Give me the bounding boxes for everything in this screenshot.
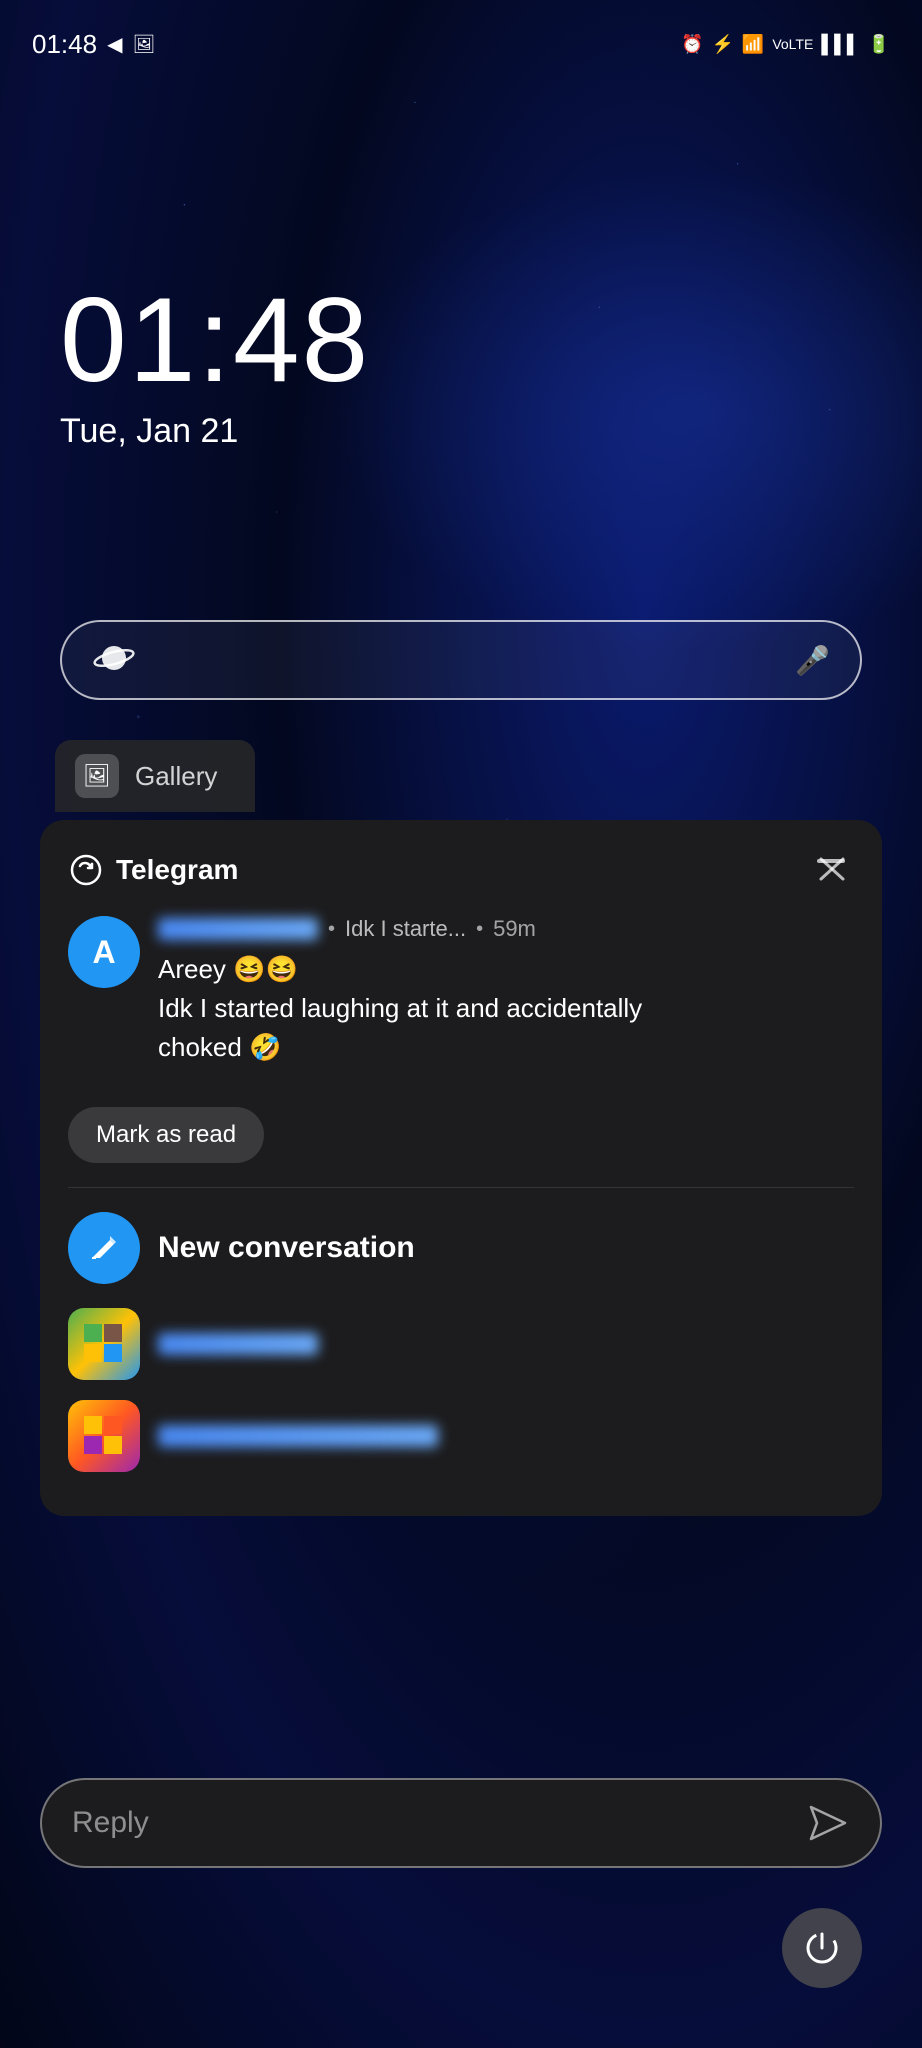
new-conversation-label: New conversation — [158, 1231, 415, 1265]
lock-clock-area: 01:48 Tue, Jan 21 — [60, 280, 370, 451]
conv-app-icon-2 — [68, 1400, 140, 1472]
gallery-status-icon: 🖼 — [132, 34, 155, 55]
power-icon — [800, 1926, 844, 1970]
status-time: 01:48 — [32, 29, 97, 60]
signal-icon: ▌▌▌ — [821, 34, 859, 55]
conversation-item-1[interactable] — [68, 1308, 854, 1380]
meta-dot-1: • — [328, 918, 335, 941]
wifi-icon: 📶 — [742, 34, 764, 55]
mark-as-read-label: Mark as read — [96, 1121, 236, 1148]
microphone-icon[interactable]: 🎤 — [795, 644, 830, 677]
navigation-icon: ◀ — [107, 32, 122, 57]
message-meta: • Idk I starte... • 59m — [158, 916, 854, 942]
avatar-initial: A — [92, 934, 115, 971]
message-preview-text: Idk I starte... — [345, 916, 466, 942]
lock-time: 01:48 — [60, 280, 370, 400]
power-button[interactable] — [782, 1908, 862, 1988]
message-row: A • Idk I starte... • 59m Areey 😆😆 Idk I… — [68, 916, 854, 1067]
app-info: Telegram — [68, 852, 238, 888]
gallery-app-icon: 🖼 — [75, 754, 119, 798]
pencil-icon — [86, 1230, 122, 1266]
alarm-icon: ⏰ — [681, 34, 703, 55]
gallery-label: Gallery — [135, 761, 217, 792]
conv-name-1-blurred — [158, 1333, 318, 1355]
lock-date: Tue, Jan 21 — [60, 412, 370, 451]
send-icon — [803, 1801, 847, 1845]
close-dismiss-icon — [813, 851, 851, 889]
message-line-2: Idk I started laughing at it and acciden… — [158, 989, 854, 1028]
telegram-notification-card: Telegram A • Idk I starte... • — [40, 820, 882, 1516]
status-bar: 01:48 ◀ 🖼 ⏰ ⚡ 📶 VoLTE ▌▌▌ 🔋 — [0, 0, 922, 70]
mark-as-read-button[interactable]: Mark as read — [68, 1107, 264, 1163]
bluetooth-icon: ⚡ — [711, 34, 733, 55]
message-line-3: choked 🤣 — [158, 1028, 854, 1067]
conversation-item-2[interactable] — [68, 1400, 854, 1472]
reply-input[interactable]: Reply — [72, 1806, 149, 1840]
conv-name-2-blurred — [158, 1425, 438, 1447]
notification-header: Telegram — [68, 848, 854, 892]
telegram-refresh-icon — [68, 852, 104, 888]
message-content: • Idk I starte... • 59m Areey 😆😆 Idk I s… — [158, 916, 854, 1067]
status-right: ⏰ ⚡ 📶 VoLTE ▌▌▌ 🔋 — [681, 34, 890, 55]
telegram-icon-svg — [68, 852, 104, 888]
message-line-1: Areey 😆😆 — [158, 950, 854, 989]
new-conversation-row[interactable]: New conversation — [68, 1212, 854, 1284]
minecraft-icon — [79, 1319, 129, 1369]
new-conversation-icon — [68, 1212, 140, 1284]
planet-icon — [92, 636, 136, 680]
battery-icon: 🔋 — [868, 34, 890, 55]
conv-app-icon-1 — [68, 1308, 140, 1380]
reply-send-button[interactable] — [800, 1798, 850, 1848]
search-logo-icon — [92, 636, 136, 685]
sender-name-blurred — [158, 918, 318, 940]
notification-close-button[interactable] — [810, 848, 854, 892]
message-body: Areey 😆😆 Idk I started laughing at it an… — [158, 950, 854, 1067]
status-left: 01:48 ◀ 🖼 — [32, 29, 155, 60]
gallery-peek: 🖼 Gallery — [55, 740, 255, 812]
sender-avatar: A — [68, 916, 140, 988]
message-time: 59m — [493, 916, 536, 942]
app-name: Telegram — [116, 854, 238, 886]
volte-icon: VoLTE — [772, 36, 813, 52]
search-bar[interactable]: 🎤 — [60, 620, 862, 700]
meta-dot-2: • — [476, 918, 483, 941]
notification-divider — [68, 1187, 854, 1188]
reply-bar[interactable]: Reply — [40, 1778, 882, 1868]
game-icon — [79, 1411, 129, 1461]
